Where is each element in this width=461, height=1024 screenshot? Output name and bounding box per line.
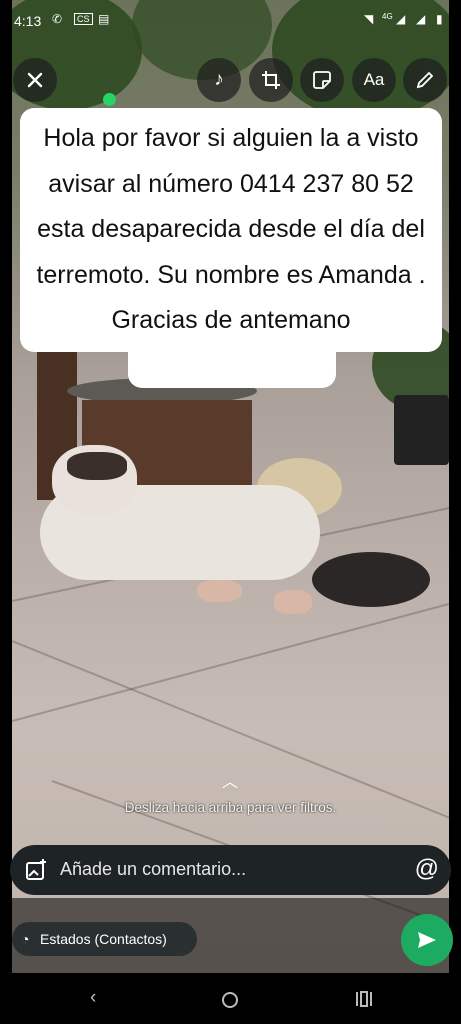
comment-placeholder[interactable]: Añade un comentario...: [60, 859, 246, 880]
pencil-icon: [416, 71, 434, 89]
music-button[interactable]: ♪: [197, 58, 241, 102]
status-time: 4:13: [14, 13, 42, 29]
close-button[interactable]: [13, 58, 57, 102]
close-icon: [27, 72, 43, 88]
add-media-icon[interactable]: [24, 858, 48, 882]
send-button[interactable]: [401, 914, 453, 966]
caption-box-tail: [128, 350, 336, 388]
audience-label: Estados (Contactos): [40, 931, 167, 947]
back-icon[interactable]: ‹: [90, 987, 96, 1009]
wifi-icon: ◥: [364, 12, 374, 26]
send-icon: [418, 932, 436, 948]
battery-icon: ▮: [436, 12, 443, 26]
music-icon: ♪: [214, 69, 224, 90]
signal-icon: ◢: [416, 12, 426, 26]
filters-hint: Desliza hacia arriba para ver filtros.: [124, 800, 337, 815]
navigation-bar: ‹: [0, 974, 461, 1024]
caption-handle[interactable]: [103, 93, 116, 106]
draw-button[interactable]: [403, 58, 447, 102]
at-icon[interactable]: @: [415, 855, 439, 883]
sticker-button[interactable]: [300, 58, 344, 102]
signal-icon: ◢: [396, 12, 406, 26]
status-icon: ◔: [21, 931, 30, 947]
comment-input[interactable]: Añade un comentario... @: [10, 845, 451, 895]
network-label: 4G: [382, 12, 393, 21]
calendar-icon: ▤: [98, 12, 110, 26]
whatsapp-icon: ✆: [52, 12, 63, 26]
caption-text[interactable]: Hola por favor si alguien la a visto avi…: [24, 116, 438, 344]
status-bar: 4:13 ✆ CS ▤ ◥ 4G ◢ ◢ ▮: [0, 0, 461, 40]
crop-rotate-button[interactable]: [249, 58, 293, 102]
audience-selector[interactable]: ◔ Estados (Contactos): [12, 922, 197, 956]
text-button[interactable]: Aa: [352, 58, 396, 102]
home-icon[interactable]: [220, 990, 240, 1010]
recents-icon[interactable]: [354, 990, 374, 1008]
cs-icon: CS: [74, 13, 93, 25]
text-icon: Aa: [363, 70, 385, 89]
crop-rotate-icon: [262, 71, 280, 89]
chevron-up-icon: ︿: [222, 774, 239, 791]
sticker-icon: [313, 71, 331, 89]
